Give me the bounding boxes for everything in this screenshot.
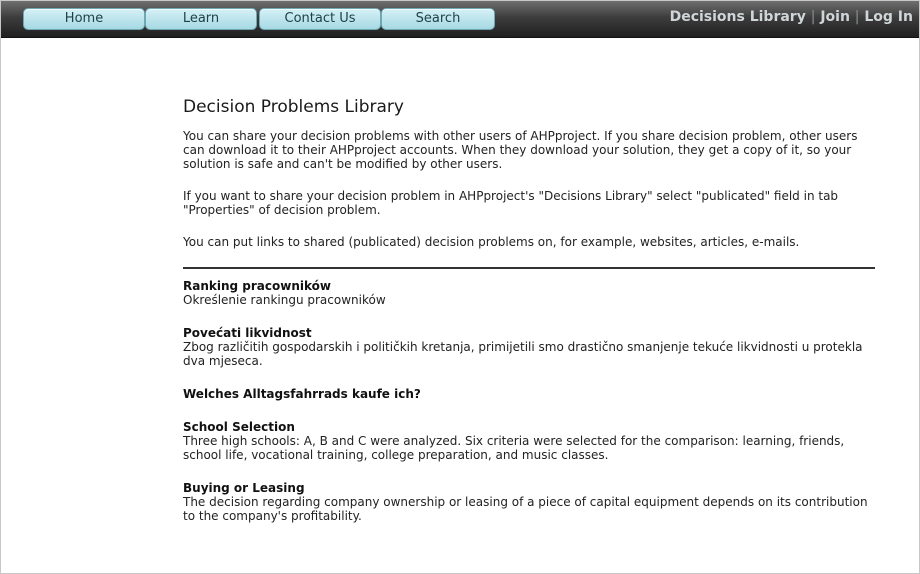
intro-paragraph: You can put links to shared (publicated)…: [183, 235, 800, 249]
decisions-library-link[interactable]: Decisions Library: [670, 9, 806, 25]
library-item-title-link[interactable]: Ranking pracowników: [183, 279, 875, 293]
intro-paragraph: You can share your decision problems wit…: [183, 129, 858, 171]
main-content: Decision Problems Library You can share …: [183, 97, 875, 542]
nav-learn-button[interactable]: Learn: [145, 8, 257, 30]
nav-home-button[interactable]: Home: [23, 8, 145, 30]
library-item-description: The decision regarding company ownership…: [183, 495, 868, 523]
page-title: Decision Problems Library: [183, 97, 404, 117]
library-item: Buying or Leasing The decision regarding…: [183, 481, 875, 523]
nav-search-button[interactable]: Search: [381, 8, 495, 30]
library-item-title-link[interactable]: Buying or Leasing: [183, 481, 875, 495]
link-separator: |: [810, 9, 816, 25]
top-navigation-bar: Home Learn Contact Us Search Decisions L…: [1, 1, 919, 38]
library-item-title-link[interactable]: School Selection: [183, 420, 875, 434]
library-item: Welches Alltagsfahrrads kaufe ich?: [183, 387, 875, 401]
decision-library-list: Ranking pracowników Określenie rankingu …: [183, 279, 875, 523]
join-link[interactable]: Join: [820, 9, 850, 25]
intro-paragraph: If you want to share your decision probl…: [183, 189, 839, 217]
login-link[interactable]: Log In: [864, 9, 913, 25]
library-item-title-link[interactable]: Welches Alltagsfahrrads kaufe ich?: [183, 387, 875, 401]
library-item: School Selection Three high schools: A, …: [183, 420, 875, 462]
library-item-description: Określenie rankingu pracowników: [183, 293, 386, 307]
nav-contact-us-button[interactable]: Contact Us: [259, 8, 381, 30]
library-item: Povećati likvidnost Zbog različitih gosp…: [183, 326, 875, 368]
page-frame: Home Learn Contact Us Search Decisions L…: [0, 0, 920, 574]
library-item-description: Three high schools: A, B and C were anal…: [183, 434, 845, 462]
library-item-title-link[interactable]: Povećati likvidnost: [183, 326, 875, 340]
intro-text: You can share your decision problems wit…: [183, 129, 875, 249]
link-separator: |: [854, 9, 860, 25]
account-links: Decisions Library | Join | Log In: [670, 9, 913, 25]
library-item-description: Zbog različitih gospodarskih i politički…: [183, 340, 863, 368]
section-divider: [183, 267, 875, 269]
library-item: Ranking pracowników Określenie rankingu …: [183, 279, 875, 307]
